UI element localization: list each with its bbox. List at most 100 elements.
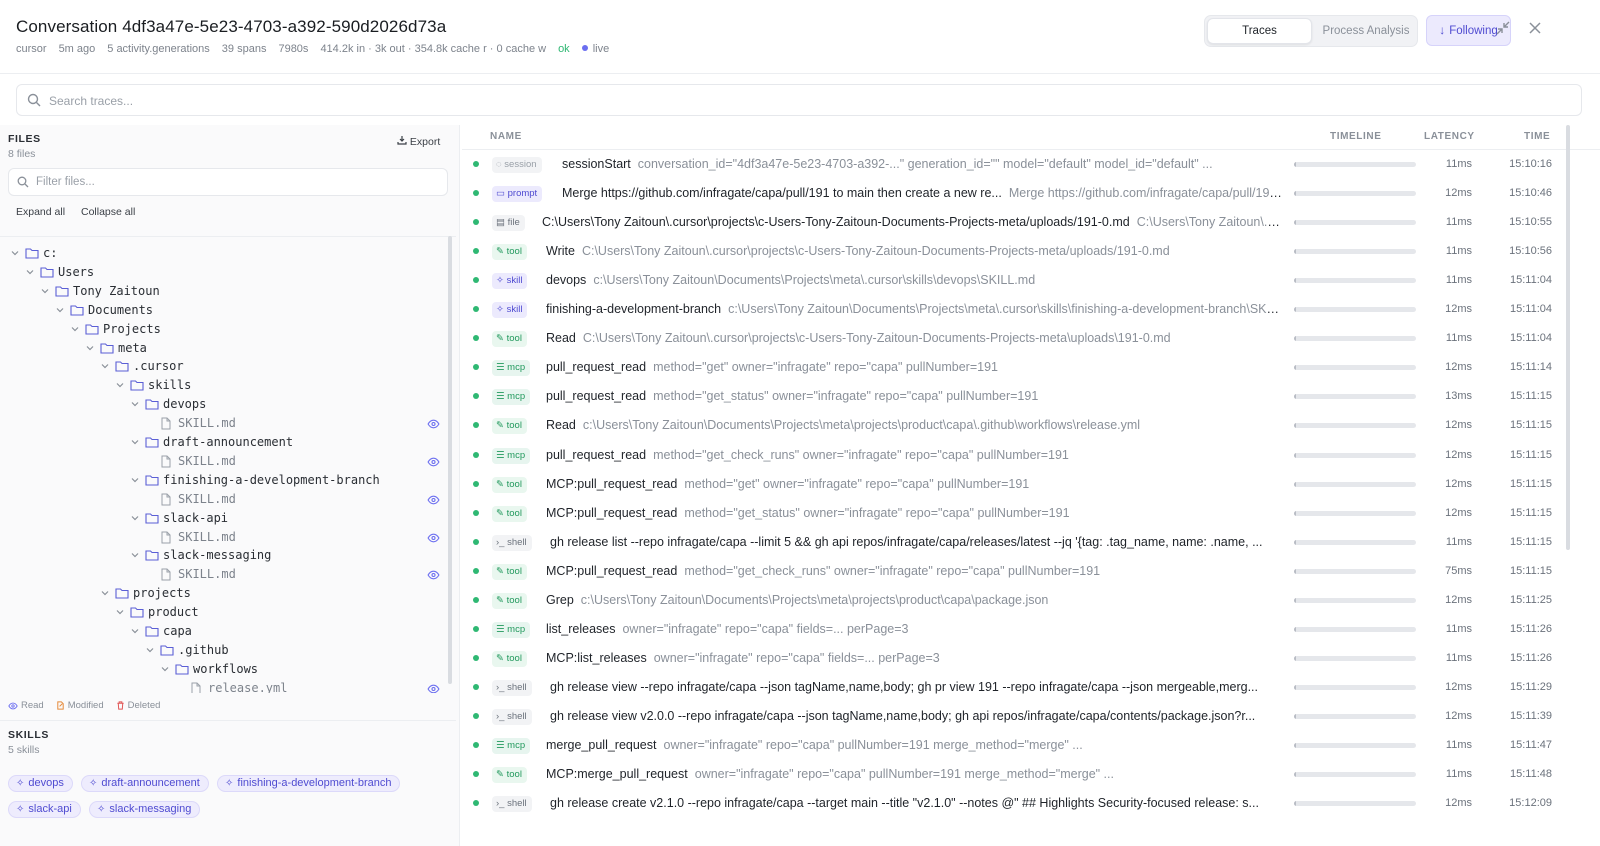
tree-folder[interactable]: c: <box>0 245 440 264</box>
chevron-down-icon[interactable] <box>130 436 140 446</box>
table-row[interactable]: ›_ shell gh release create v2.1.0 --repo … <box>462 789 1596 818</box>
tree-file[interactable]: SKILL.md <box>0 453 440 472</box>
chevron-down-icon[interactable] <box>85 342 95 352</box>
tree-folder[interactable]: .cursor <box>0 358 440 377</box>
collapse-icon[interactable] <box>1492 20 1514 42</box>
tree-folder[interactable]: Documents <box>0 302 440 321</box>
table-row[interactable]: ✎ tool MCP:merge_pull_request owner="infra… <box>462 760 1596 789</box>
chevron-down-icon[interactable] <box>130 474 140 484</box>
table-row[interactable]: ✧ skill finishing-a-development-branch c:\… <box>462 295 1596 324</box>
table-row[interactable]: ☰ mcp pull_request_read method="get_check_… <box>462 441 1596 470</box>
table-row[interactable]: ✎ tool MCP:pull_request_read method="get_c… <box>462 557 1596 586</box>
skill-chip[interactable]: ✧ draft-announcement <box>81 775 209 792</box>
chevron-down-icon[interactable] <box>100 587 110 597</box>
chevron-down-icon[interactable] <box>70 323 80 333</box>
table-row[interactable]: ☰ mcp list_releases owner="infragate" repo… <box>462 615 1596 644</box>
legend-read: Read <box>8 700 44 711</box>
tree-item-label: SKILL.md <box>178 453 236 468</box>
table-row[interactable]: ›_ shell gh release view v2.0.0 --repo in… <box>462 702 1596 731</box>
chevron-down-icon[interactable] <box>115 379 125 389</box>
timeline-bar <box>1294 801 1416 807</box>
span-args: Merge https://github.com/infragate/capa/… <box>1008 186 1282 201</box>
tree-folder[interactable]: devops <box>0 396 440 415</box>
tree-folder[interactable]: skills <box>0 377 440 396</box>
collapse-all-button[interactable]: Collapse all <box>81 206 135 218</box>
filter-files-input[interactable]: Filter files... <box>8 168 448 196</box>
tree-folder[interactable]: Users <box>0 264 440 283</box>
table-row[interactable]: ✎ tool Grep c:\Users\Tony Zaitoun\Document… <box>462 586 1596 615</box>
col-time[interactable]: TIME <box>1524 131 1550 142</box>
table-row[interactable]: ✎ tool MCP:pull_request_read method="get_s… <box>462 499 1596 528</box>
skill-chip[interactable]: ✧ slack-api <box>8 801 81 818</box>
tree-scrollbar[interactable] <box>448 236 452 684</box>
table-row[interactable]: ☰ mcp merge_pull_request owner="infragate"… <box>462 731 1596 760</box>
tree-folder[interactable]: product <box>0 604 440 623</box>
folder-icon <box>145 512 159 524</box>
tab-process-analysis[interactable]: Process Analysis <box>1315 18 1417 44</box>
tree-folder[interactable]: .github <box>0 642 440 661</box>
tree-item-label: SKILL.md <box>178 529 236 544</box>
tree-folder[interactable]: finishing-a-development-branch <box>0 472 440 491</box>
search-input[interactable]: Search traces... <box>16 84 1582 116</box>
meta-source: cursor <box>16 43 47 55</box>
chevron-down-icon[interactable] <box>130 549 140 559</box>
tree-file[interactable]: SKILL.md <box>0 415 440 434</box>
tree-folder[interactable]: Tony Zaitoun <box>0 283 440 302</box>
tree-folder[interactable]: projects <box>0 585 440 604</box>
tree-file[interactable]: SKILL.md <box>0 529 440 548</box>
table-row[interactable]: ✎ tool MCP:pull_request_read method="get" … <box>462 470 1596 499</box>
table-row[interactable]: ☰ mcp pull_request_read method="get" owner… <box>462 353 1596 382</box>
table-row[interactable]: ✎ tool Read C:\Users\Tony Zaitoun\.cursor\… <box>462 324 1596 353</box>
table-row[interactable]: ✎ tool MCP:list_releases owner="infragate"… <box>462 644 1596 673</box>
chevron-down-icon[interactable] <box>130 398 140 408</box>
table-row[interactable]: ✎ tool Read c:\Users\Tony Zaitoun\Document… <box>462 411 1596 440</box>
trace-meta: cursor 5m ago 5 activity.generations 39 … <box>16 43 621 55</box>
table-row[interactable]: ▭ prompt Merge https://github.com/infraga… <box>462 179 1596 208</box>
tab-traces[interactable]: Traces <box>1207 18 1312 44</box>
table-row[interactable]: ☰ mcp pull_request_read method="get_status… <box>462 382 1596 411</box>
table-row[interactable]: ▤ file C:\Users\Tony Zaitoun\.cursor\proj… <box>462 208 1596 237</box>
table-row[interactable]: ›_ shell gh release view --repo infragate… <box>462 673 1596 702</box>
tree-file[interactable]: release.yml <box>0 680 440 693</box>
skill-chip[interactable]: ✧ finishing-a-development-branch <box>217 775 401 792</box>
chevron-down-icon[interactable] <box>10 247 20 257</box>
table-row[interactable]: ›_ shell gh release list --repo infragate… <box>462 528 1596 557</box>
chevron-down-icon[interactable] <box>25 266 35 276</box>
status-dot-icon <box>473 451 479 458</box>
table-row[interactable]: ✧ skill devops c:\Users\Tony Zaitoun\Docum… <box>462 266 1596 295</box>
chevron-down-icon[interactable] <box>145 644 155 654</box>
prompt-icon: ▭ <box>496 188 508 200</box>
skill-chip[interactable]: ✧ devops <box>8 775 73 792</box>
timeline-fill <box>1294 394 1296 400</box>
tree-file[interactable]: SKILL.md <box>0 566 440 585</box>
tree-folder[interactable]: workflows <box>0 661 440 680</box>
chevron-down-icon[interactable] <box>130 625 140 635</box>
expand-all-button[interactable]: Expand all <box>16 206 65 218</box>
chevron-down-icon[interactable] <box>160 663 170 673</box>
tree-folder[interactable]: meta <box>0 340 440 359</box>
tree-folder[interactable]: capa <box>0 623 440 642</box>
chevron-down-icon[interactable] <box>55 304 65 314</box>
export-button[interactable]: Export <box>397 135 440 148</box>
close-icon[interactable] <box>1524 20 1546 42</box>
tree-folder[interactable]: Projects <box>0 321 440 340</box>
session-badge: ◌ session <box>492 157 542 173</box>
chevron-down-icon[interactable] <box>115 606 125 616</box>
chevron-down-icon[interactable] <box>130 512 140 522</box>
tree-file[interactable]: SKILL.md <box>0 491 440 510</box>
col-latency[interactable]: LATENCY <box>1424 131 1475 142</box>
meta-age: 5m ago <box>58 43 96 55</box>
col-name[interactable]: NAME <box>490 131 522 142</box>
tree-folder[interactable]: slack-messaging <box>0 547 440 566</box>
tree-folder[interactable]: draft-announcement <box>0 434 440 453</box>
chevron-down-icon[interactable] <box>40 285 50 295</box>
table-scrollbar[interactable] <box>1566 125 1570 550</box>
skill-chip[interactable]: ✧ slack-messaging <box>89 801 201 818</box>
timeline-bar <box>1294 684 1416 690</box>
chevron-down-icon[interactable] <box>100 360 110 370</box>
tool-badge: ✎ tool <box>492 505 527 522</box>
table-row[interactable]: ◌ session sessionStart conversation_id="4d… <box>462 150 1596 179</box>
table-row[interactable]: ✎ tool Write C:\Users\Tony Zaitoun\.cursor… <box>462 237 1596 266</box>
col-timeline[interactable]: TIMELINE <box>1330 131 1381 142</box>
tree-folder[interactable]: slack-api <box>0 510 440 529</box>
